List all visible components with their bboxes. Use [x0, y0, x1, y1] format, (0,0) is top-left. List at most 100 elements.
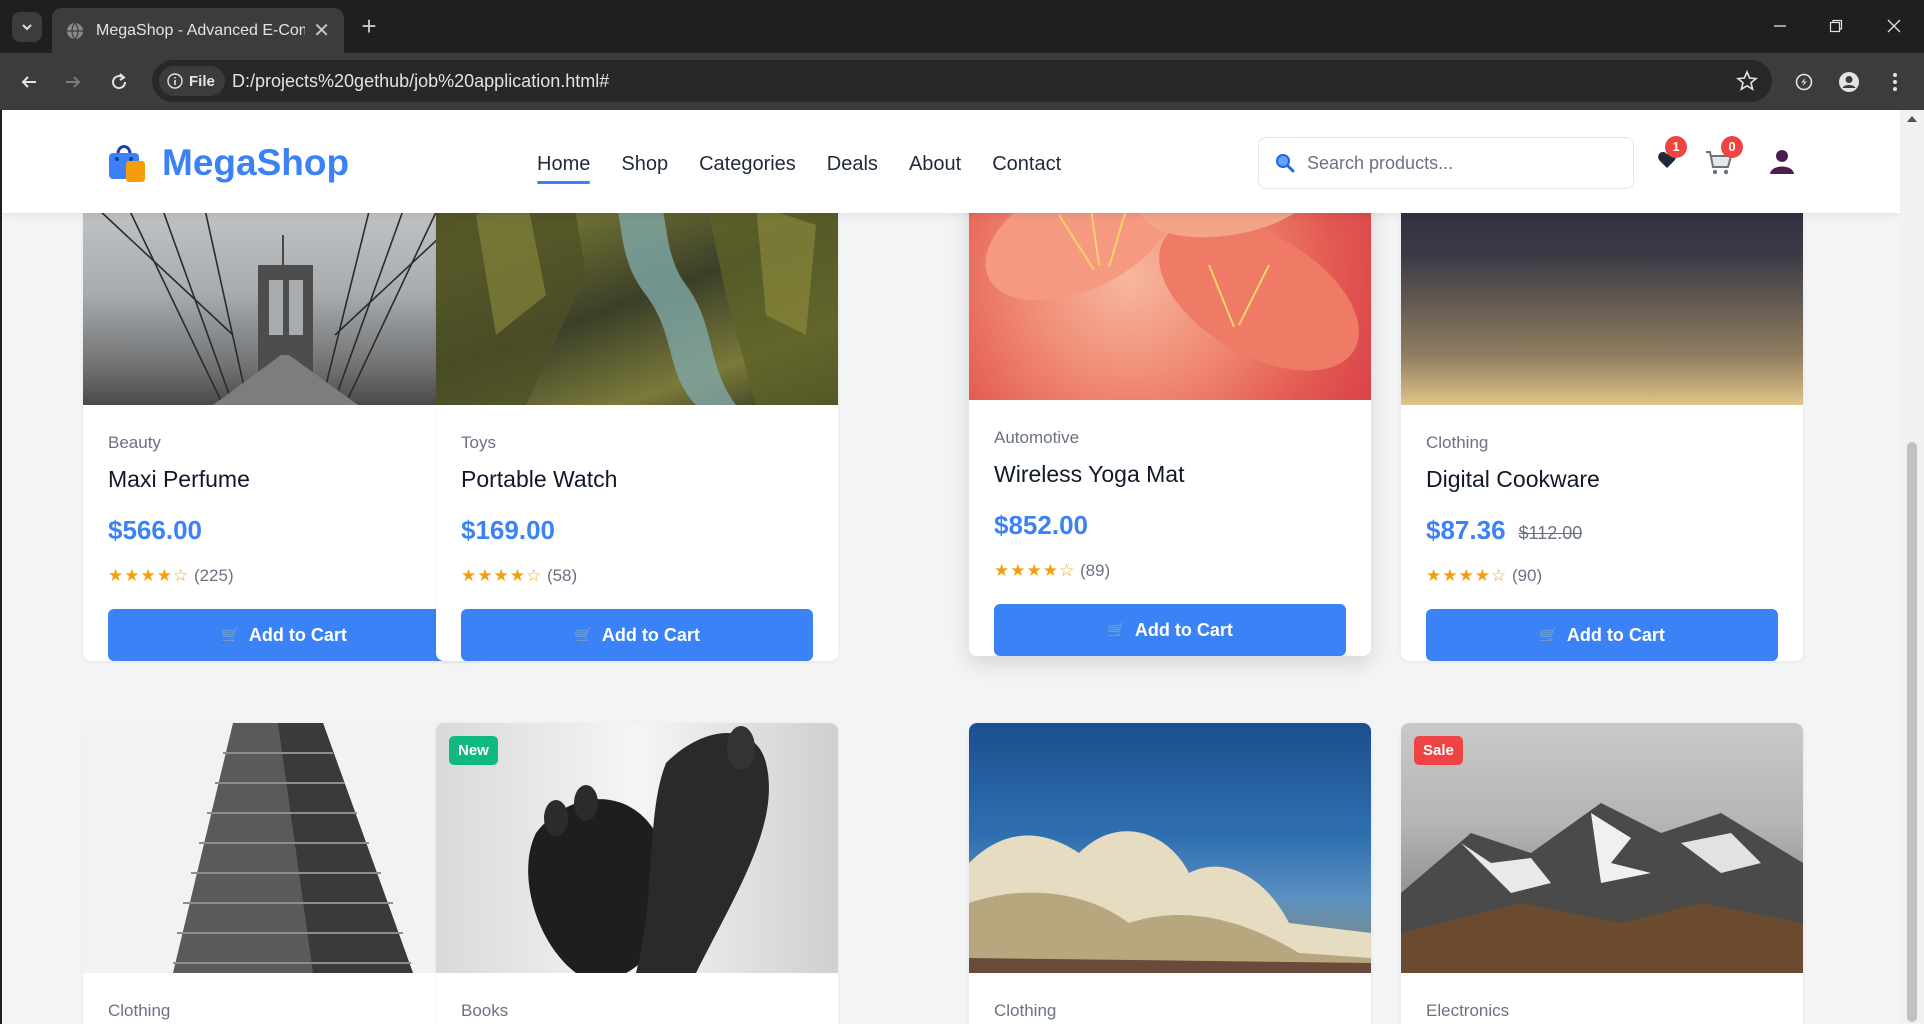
site-info-chip[interactable]: File [159, 66, 225, 96]
page-scrollbar[interactable] [1900, 110, 1924, 1024]
logo-text: MegaShop [162, 142, 350, 183]
price-row: $852.00 [994, 510, 1346, 541]
product-image[interactable] [83, 723, 485, 973]
minimize-button[interactable] [1762, 12, 1798, 40]
globe-icon [67, 22, 83, 39]
url-text[interactable]: D:/projects%20gethub/job%20application.h… [232, 71, 609, 92]
rating-stars: ★★★★☆ [461, 566, 543, 585]
product-rating: ★★★★☆ (58) [461, 566, 813, 586]
cart-count-badge: 0 [1721, 136, 1743, 158]
product-image[interactable]: New [436, 723, 838, 973]
shopping-bag-icon [109, 145, 145, 182]
search-box [1258, 137, 1634, 189]
site-header: MegaShop Home Shop Categories Deals Abou… [2, 110, 1900, 213]
browser-toolbar: File D:/projects%20gethub/job%20applicat… [0, 53, 1924, 110]
nav-about[interactable]: About [909, 153, 961, 184]
cart-icon: 🛒 [1539, 627, 1558, 644]
forward-button[interactable] [58, 67, 88, 97]
rating-stars: ★★★★☆ [1426, 566, 1508, 585]
product-card[interactable]: Clothing Digital Cookware $87.36 $112.00… [1401, 155, 1803, 661]
bookmark-star-button[interactable] [1736, 69, 1758, 97]
product-name[interactable]: Maxi Perfume [108, 466, 460, 493]
scroll-up-arrow-icon[interactable] [1907, 116, 1917, 122]
add-to-cart-button[interactable]: 🛒 Add to Cart [108, 609, 460, 661]
search-input[interactable] [1307, 152, 1607, 174]
cart-icon: 🛒 [574, 627, 593, 644]
product-category: Clothing [994, 1001, 1057, 1020]
reload-button[interactable] [104, 67, 134, 97]
site-logo[interactable]: MegaShop [106, 142, 349, 184]
sale-badge: Sale [1414, 736, 1463, 765]
minimize-icon [1774, 25, 1786, 27]
browser-tab[interactable]: MegaShop - Advanced E-Comm ✕ [52, 8, 344, 53]
cart-icon: 🛒 [221, 627, 240, 644]
user-icon [1770, 150, 1794, 174]
tab-search-button[interactable] [12, 12, 42, 42]
product-price: $169.00 [461, 515, 555, 545]
product-image[interactable]: Sale [1401, 723, 1803, 973]
arrow-right-icon [66, 76, 81, 88]
scrollbar-thumb[interactable] [1907, 442, 1917, 1022]
product-card[interactable]: Beauty Maxi Perfume $566.00 ★★★★☆ (225) … [83, 155, 485, 661]
site-info-label: File [189, 72, 215, 90]
new-tab-button[interactable]: + [354, 12, 384, 42]
product-info: Automotive Wireless Yoga Mat $852.00 ★★★… [969, 400, 1371, 656]
main-nav: Home Shop Categories Deals About Contact [537, 153, 1092, 184]
back-button[interactable] [14, 67, 44, 97]
product-name[interactable]: Digital Cookware [1426, 466, 1778, 493]
browser-menu-button[interactable] [1880, 67, 1910, 97]
product-info: Toys Portable Watch $169.00 ★★★★☆ (58) 🛒… [436, 405, 838, 661]
product-card[interactable]: Toys Portable Watch $169.00 ★★★★☆ (58) 🛒… [436, 155, 838, 661]
product-category: Books [461, 1001, 509, 1020]
add-to-cart-button[interactable]: 🛒 Add to Cart [994, 604, 1346, 656]
nav-shop[interactable]: Shop [621, 153, 668, 184]
extensions-button[interactable] [1789, 67, 1819, 97]
price-row: $87.36 $112.00 [1426, 515, 1778, 546]
product-name[interactable]: Wireless Yoga Mat [994, 461, 1346, 488]
product-card[interactable]: Clothing [969, 723, 1371, 1024]
add-to-cart-label: Add to Cart [1566, 624, 1665, 645]
review-count: (90) [1511, 566, 1543, 585]
restore-icon [1829, 19, 1843, 33]
restore-button[interactable] [1818, 12, 1854, 40]
product-price: $566.00 [108, 515, 202, 545]
product-info: Clothing [83, 973, 485, 1021]
profile-button[interactable] [1834, 67, 1864, 97]
search-icon [1276, 154, 1295, 173]
wishlist-button[interactable]: 1 [1657, 136, 1687, 175]
add-to-cart-label: Add to Cart [248, 624, 347, 645]
original-price: $112.00 [1518, 523, 1583, 543]
add-to-cart-label: Add to Cart [1134, 619, 1233, 640]
product-price: $87.36 [1426, 515, 1506, 545]
product-rating: ★★★★☆ (225) [108, 566, 460, 586]
product-card[interactable]: ♡ Automotive Wireless Yoga Mat $852.00 ★… [969, 155, 1371, 656]
product-price: $852.00 [994, 510, 1088, 540]
tab-close-icon[interactable]: ✕ [313, 21, 330, 41]
account-button[interactable] [1769, 148, 1795, 179]
product-card[interactable]: Clothing [83, 723, 485, 1024]
add-to-cart-button[interactable]: 🛒 Add to Cart [1426, 609, 1778, 661]
address-bar[interactable]: File D:/projects%20gethub/job%20applicat… [152, 60, 1772, 102]
nav-categories[interactable]: Categories [699, 153, 796, 184]
product-info: Books [436, 973, 838, 1021]
product-name[interactable]: Portable Watch [461, 466, 813, 493]
add-to-cart-label: Add to Cart [601, 624, 700, 645]
product-image[interactable] [969, 723, 1371, 973]
profile-icon [1839, 72, 1859, 92]
product-category: Clothing [1426, 433, 1489, 452]
price-row: $566.00 [108, 515, 460, 546]
nav-home[interactable]: Home [537, 153, 591, 184]
close-window-button[interactable] [1876, 12, 1912, 40]
product-card[interactable]: Sale Electronics [1401, 723, 1803, 1024]
add-to-cart-button[interactable]: 🛒 Add to Cart [461, 609, 813, 661]
product-card[interactable]: New Books [436, 723, 838, 1024]
rating-stars: ★★★★☆ [994, 561, 1076, 580]
product-category: Clothing [108, 1001, 171, 1020]
nav-deals[interactable]: Deals [827, 153, 878, 184]
new-badge: New [449, 736, 498, 765]
browser-tab-bar: MegaShop - Advanced E-Comm ✕ + [0, 0, 1924, 53]
cart-button[interactable]: 0 [1705, 136, 1743, 181]
wishlist-count-badge: 1 [1665, 136, 1687, 158]
review-count: (89) [1079, 561, 1111, 580]
nav-contact[interactable]: Contact [992, 153, 1061, 184]
